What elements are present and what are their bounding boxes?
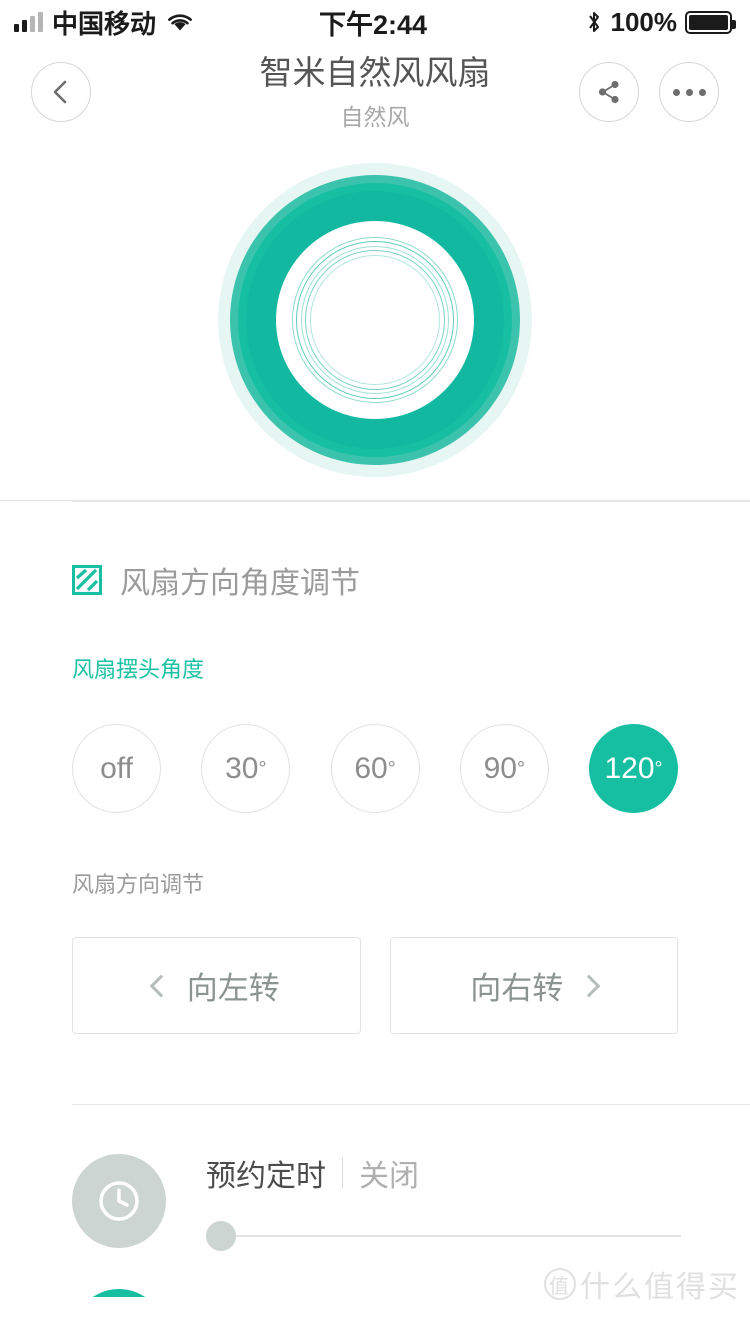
swing-option-label: 90 bbox=[483, 751, 517, 785]
share-button[interactable] bbox=[579, 62, 639, 122]
app-header: 智米自然风风扇 自然风 bbox=[0, 44, 750, 140]
swing-option-off[interactable]: off bbox=[72, 724, 161, 813]
chevron-left-icon bbox=[149, 974, 173, 997]
status-bar-center: 下午2:44 bbox=[319, 3, 427, 42]
wifi-icon bbox=[168, 14, 192, 31]
fan-speed-dial[interactable] bbox=[218, 163, 532, 477]
back-button[interactable] bbox=[31, 62, 91, 122]
slider-track bbox=[206, 1235, 681, 1237]
clock-label: 下午2:44 bbox=[318, 9, 428, 40]
clock-icon bbox=[99, 1181, 139, 1221]
bluetooth-icon bbox=[588, 12, 599, 32]
sound-row[interactable] bbox=[0, 1289, 750, 1297]
swing-angle-label: 风扇摆头角度 bbox=[72, 657, 205, 682]
timer-title: 预约定时 bbox=[206, 1160, 326, 1193]
direction-section-header: 风扇方向角度调节 bbox=[72, 502, 678, 602]
timer-row[interactable]: 预约定时 关闭 bbox=[0, 1151, 750, 1251]
timer-title-row: 预约定时 关闭 bbox=[206, 1151, 750, 1195]
page-subtitle: 自然风 bbox=[340, 103, 410, 130]
manual-direction-label: 风扇方向调节 bbox=[72, 872, 205, 897]
chevron-left-icon bbox=[53, 80, 67, 104]
timer-slider[interactable] bbox=[206, 1221, 750, 1251]
bottom-row-clipped bbox=[0, 1251, 750, 1297]
share-icon bbox=[598, 80, 619, 104]
swing-option-60[interactable]: 60 ° bbox=[330, 724, 420, 813]
rotate-left-label: 向左转 bbox=[186, 971, 280, 1006]
swing-option-label: 60 bbox=[354, 751, 388, 785]
swing-option-label: off bbox=[100, 751, 133, 785]
battery-percent-label: 100% bbox=[610, 6, 678, 37]
status-bar-left: 中国移动 bbox=[14, 4, 319, 41]
dial-trace-5 bbox=[310, 255, 440, 385]
rotate-right-label: 向右转 bbox=[470, 971, 564, 1006]
swing-option-label: 30 bbox=[225, 751, 259, 785]
direction-section: 风扇方向角度调节 风扇摆头角度 off 30 ° 60 ° 90 ° 120 ° 风扇方… bbox=[0, 502, 750, 1104]
swing-option-120[interactable]: 120 ° bbox=[589, 724, 678, 813]
timer-icon-wrapper bbox=[72, 1154, 166, 1248]
title-divider bbox=[342, 1158, 343, 1188]
signal-bars-icon bbox=[14, 12, 43, 32]
swing-angle-options: off 30 ° 60 ° 90 ° 120 ° bbox=[72, 724, 678, 813]
status-bar: 中国移动 下午2:44 100% bbox=[0, 0, 750, 44]
timer-state: 关闭 bbox=[359, 1160, 419, 1193]
fan-dial-area bbox=[0, 140, 750, 500]
battery-icon bbox=[685, 10, 737, 34]
slider-thumb[interactable] bbox=[206, 1221, 236, 1251]
page-title: 智米自然风风扇 bbox=[259, 54, 491, 92]
ellipsis-icon bbox=[672, 88, 706, 96]
rotate-left-button[interactable]: 向左转 bbox=[72, 937, 361, 1034]
sound-icon-wrapper bbox=[72, 1289, 166, 1297]
header-titles: 智米自然风风扇 自然风 bbox=[260, 52, 491, 131]
timer-body: 预约定时 关闭 bbox=[206, 1151, 750, 1251]
carrier-label: 中国移动 bbox=[52, 8, 157, 39]
chevron-right-icon bbox=[577, 974, 601, 997]
more-button[interactable] bbox=[659, 62, 719, 122]
rotate-right-button[interactable]: 向右转 bbox=[389, 937, 678, 1034]
swing-option-label: 120 bbox=[604, 751, 655, 785]
status-bar-right: 100% bbox=[427, 6, 737, 38]
section-divider-timer bbox=[72, 1104, 750, 1105]
swing-option-30[interactable]: 30 ° bbox=[201, 724, 291, 813]
angle-adjust-icon bbox=[72, 565, 102, 595]
manual-direction-buttons: 向左转 向右转 bbox=[72, 937, 678, 1034]
swing-option-90[interactable]: 90 ° bbox=[459, 724, 549, 813]
direction-section-title: 风扇方向角度调节 bbox=[120, 567, 360, 600]
